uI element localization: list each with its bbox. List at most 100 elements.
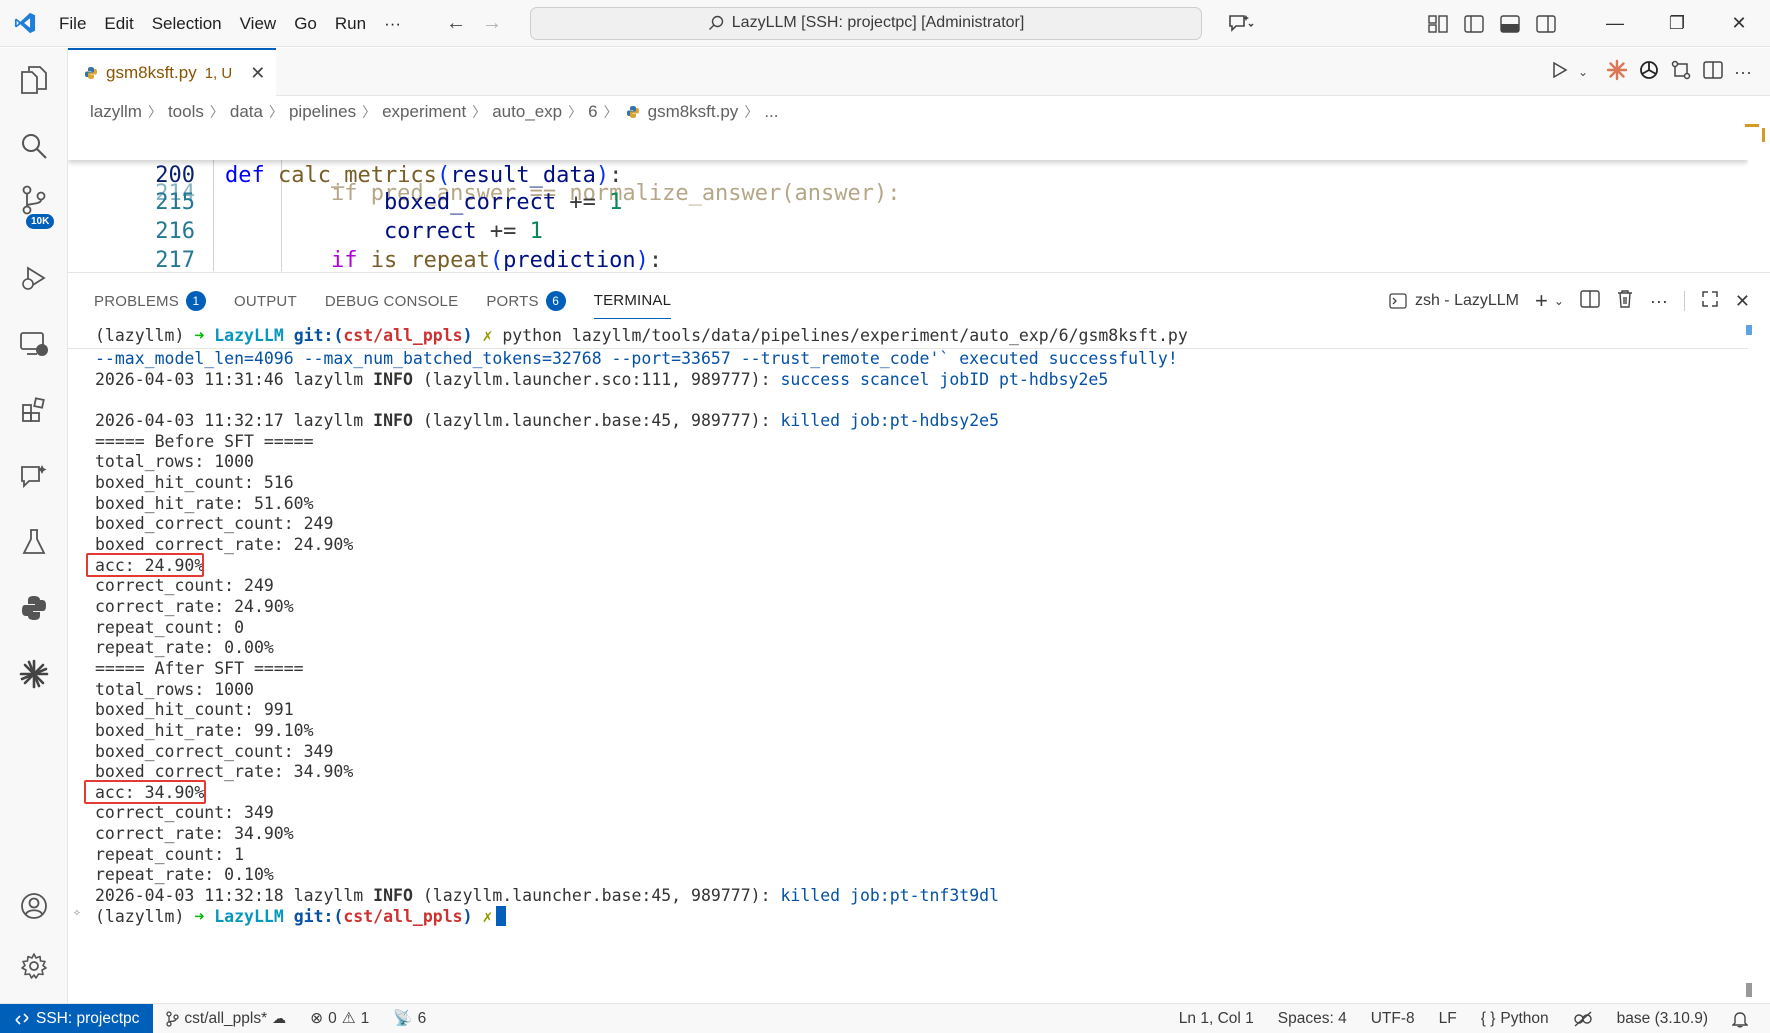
search-sidebar-icon[interactable] bbox=[14, 126, 54, 166]
tab-close-icon[interactable]: ✕ bbox=[250, 63, 265, 84]
activity-bar: 10K bbox=[0, 48, 68, 1003]
terminal-prompt-line[interactable]: (lazyllm) ➜ LazyLLM git:(cst/all_ppls) ✗ bbox=[95, 905, 507, 928]
code-editor[interactable]: 200 def calc_metrics(result_data): 214 if… bbox=[68, 128, 1748, 271]
sync-cloud-icon[interactable]: ☁ bbox=[272, 1010, 286, 1027]
sticky-scroll-line[interactable]: 200 def calc_metrics(result_data): bbox=[68, 128, 1748, 188]
breadcrumb-pipelines[interactable]: pipelines bbox=[287, 102, 358, 122]
menu-go[interactable]: Go bbox=[285, 0, 326, 47]
branch-indicator[interactable]: cst/all_ppls* ☁ bbox=[153, 1004, 298, 1033]
vscode-logo-icon[interactable] bbox=[0, 0, 50, 47]
tab-problems[interactable]: PROBLEMS 1 bbox=[94, 283, 206, 319]
python-icon[interactable] bbox=[14, 588, 54, 628]
menu-more[interactable]: ··· bbox=[375, 0, 410, 47]
copilot-chat-icon[interactable] bbox=[1216, 0, 1266, 47]
breadcrumb-tools[interactable]: tools bbox=[166, 102, 206, 122]
chat-icon[interactable] bbox=[14, 456, 54, 496]
run-dropdown-chevron-icon[interactable]: ⌄ bbox=[1578, 65, 1588, 79]
navigation-arrows: ← → bbox=[446, 12, 502, 35]
language-mode[interactable]: { } Python bbox=[1469, 1004, 1561, 1033]
notifications-bell-icon[interactable] bbox=[1720, 1004, 1760, 1033]
openai-icon[interactable] bbox=[1638, 59, 1660, 86]
kill-terminal-trash-icon[interactable] bbox=[1616, 289, 1634, 314]
problems-indicator[interactable]: ⊗ 0 ⚠ 1 bbox=[298, 1004, 381, 1033]
breadcrumb-auto-exp[interactable]: auto_exp bbox=[490, 102, 564, 122]
split-terminal-icon[interactable] bbox=[1580, 289, 1600, 313]
toggle-secondary-sidebar-icon[interactable] bbox=[1528, 0, 1564, 47]
log-message: killed job:pt-tnf3t9dl bbox=[780, 886, 1000, 905]
remote-explorer-icon[interactable] bbox=[14, 324, 54, 364]
new-terminal-plus-icon[interactable]: + bbox=[1535, 288, 1548, 314]
code-function-call: is_repeat bbox=[370, 248, 490, 271]
extensions-icon[interactable] bbox=[14, 390, 54, 430]
remote-indicator[interactable]: SSH: projectpc bbox=[0, 1003, 154, 1033]
forward-arrow-icon[interactable]: → bbox=[482, 12, 502, 35]
log-prefix: 2026-04-03 11:31:46 lazyllm bbox=[95, 370, 374, 389]
editor-tab-bar: gsm8ksft.py 1, U ✕ ⌄ ··· bbox=[68, 48, 1770, 96]
claude-spark-icon[interactable] bbox=[1606, 59, 1628, 86]
tab-gsm8ksft[interactable]: gsm8ksft.py 1, U ✕ bbox=[68, 48, 276, 96]
toggle-primary-sidebar-icon[interactable] bbox=[1456, 0, 1492, 47]
close-window-icon[interactable]: ✕ bbox=[1708, 0, 1770, 47]
testing-flask-icon[interactable] bbox=[14, 522, 54, 562]
tab-output[interactable]: OUTPUT bbox=[234, 283, 297, 319]
log-source: (lazyllm.launcher.base:45, 989777): bbox=[412, 411, 781, 430]
encoding[interactable]: UTF-8 bbox=[1359, 1004, 1427, 1033]
explorer-icon[interactable] bbox=[14, 60, 54, 100]
minimize-icon[interactable]: — bbox=[1584, 0, 1646, 47]
editor-more-icon[interactable]: ··· bbox=[1734, 62, 1752, 83]
menu-selection[interactable]: Selection bbox=[143, 0, 231, 47]
restore-icon[interactable]: ❐ bbox=[1646, 0, 1708, 47]
tab-debug-console-label: DEBUG CONSOLE bbox=[324, 292, 459, 310]
indentation[interactable]: Spaces: 4 bbox=[1266, 1004, 1359, 1033]
terminal-scrollbar-bottom[interactable] bbox=[1746, 983, 1752, 997]
terminal-dropdown-chevron-icon[interactable]: ⌄ bbox=[1554, 294, 1564, 308]
code-number: 1 bbox=[609, 190, 623, 215]
breadcrumb-symbol[interactable]: ... bbox=[762, 102, 780, 122]
breadcrumb-experiment[interactable]: experiment bbox=[380, 102, 468, 122]
copilot-status-icon[interactable] bbox=[1561, 1004, 1605, 1033]
cursor-position[interactable]: Ln 1, Col 1 bbox=[1167, 1004, 1266, 1033]
ports-indicator[interactable]: 📡 6 bbox=[381, 1004, 438, 1033]
settings-gear-icon[interactable] bbox=[14, 946, 54, 986]
line-number: 217 bbox=[155, 248, 195, 271]
breadcrumb-file[interactable]: gsm8ksft.py bbox=[646, 102, 741, 122]
maximize-panel-icon[interactable] bbox=[1701, 290, 1719, 313]
menu-edit[interactable]: Edit bbox=[95, 0, 142, 47]
terminal-scrollbar-top[interactable] bbox=[1746, 325, 1752, 335]
menu-view[interactable]: View bbox=[231, 0, 286, 47]
breadcrumb-data[interactable]: data bbox=[228, 102, 265, 122]
command-center[interactable]: LazyLLM [SSH: projectpc] [Administrator] bbox=[530, 6, 1203, 40]
log-level: INFO bbox=[373, 370, 413, 389]
breadcrumb-6[interactable]: 6 bbox=[586, 102, 599, 122]
terminal-line: ===== After SFT ===== bbox=[95, 659, 304, 678]
terminal-output[interactable]: (lazyllm) ➜ LazyLLM git:(cst/all_ppls) ✗… bbox=[68, 324, 1748, 984]
menu-run[interactable]: Run bbox=[326, 0, 375, 47]
claude-asterisk-icon[interactable] bbox=[14, 654, 54, 694]
editor-scrollbar[interactable] bbox=[1762, 128, 1765, 142]
accounts-icon[interactable] bbox=[14, 886, 54, 926]
end-of-line[interactable]: LF bbox=[1427, 1004, 1469, 1033]
panel-more-icon[interactable]: ··· bbox=[1650, 291, 1668, 312]
tab-terminal[interactable]: TERMINAL bbox=[593, 283, 672, 319]
breadcrumb-chevron-icon: 〉 bbox=[568, 104, 583, 120]
terminal-line: correct_count: 249 bbox=[95, 576, 274, 595]
back-arrow-icon[interactable]: ← bbox=[446, 12, 466, 35]
run-file-icon[interactable] bbox=[1550, 61, 1568, 84]
customize-layout-icon[interactable] bbox=[1420, 0, 1456, 47]
close-panel-icon[interactable]: ✕ bbox=[1735, 291, 1750, 312]
compare-changes-icon[interactable] bbox=[1670, 59, 1692, 86]
python-interpreter[interactable]: base (3.10.9) bbox=[1605, 1004, 1720, 1033]
breadcrumb: lazyllm 〉 tools 〉 data 〉 pipelines 〉 experim… bbox=[88, 98, 780, 126]
editor-actions: ⌄ ··· bbox=[1550, 48, 1752, 96]
tab-debug-console[interactable]: DEBUG CONSOLE bbox=[325, 283, 458, 319]
terminal-line: correct_count: 349 bbox=[95, 803, 274, 822]
run-debug-icon[interactable] bbox=[14, 258, 54, 298]
terminal-selector[interactable]: zsh - LazyLLM bbox=[1389, 292, 1519, 310]
split-editor-icon[interactable] bbox=[1702, 60, 1724, 85]
code-line: 217 if is_repeat(prediction): bbox=[68, 213, 662, 271]
toggle-panel-icon[interactable] bbox=[1492, 0, 1528, 47]
tab-ports[interactable]: PORTS 6 bbox=[486, 283, 566, 319]
tab-ports-label: PORTS bbox=[486, 292, 539, 310]
menu-file[interactable]: File bbox=[50, 0, 95, 47]
breadcrumb-lazyllm[interactable]: lazyllm bbox=[88, 102, 144, 122]
